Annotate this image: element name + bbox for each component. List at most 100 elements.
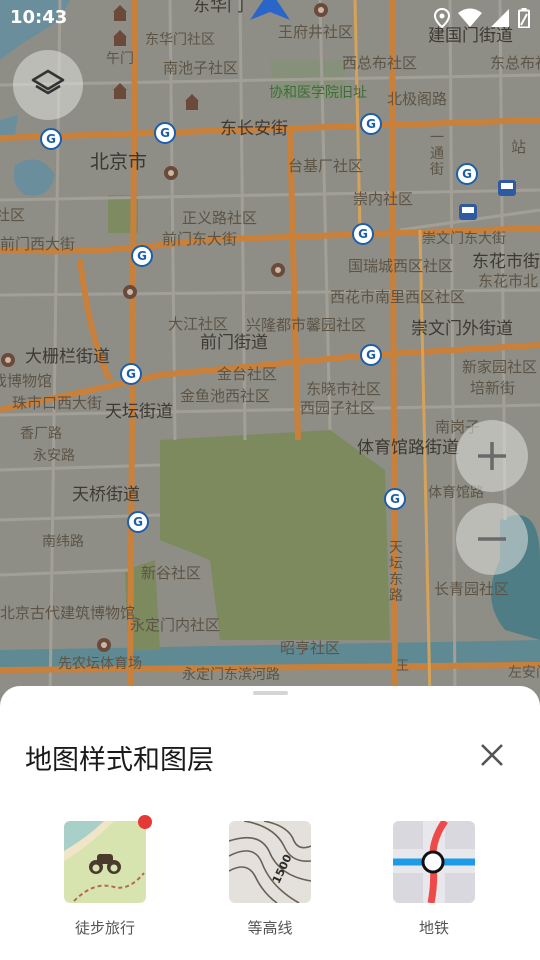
metro-icon[interactable]: G bbox=[360, 113, 382, 135]
location-icon bbox=[434, 8, 450, 28]
map-label: 前门街道 bbox=[200, 333, 268, 353]
hiking-binoculars-icon bbox=[64, 821, 146, 903]
metro-icon[interactable]: G bbox=[154, 122, 176, 144]
metro-icon[interactable]: G bbox=[127, 511, 149, 533]
map-label: 西总布社区 bbox=[342, 54, 418, 72]
metro-icon[interactable]: G bbox=[456, 163, 478, 185]
layer-option-contour[interactable]: 1500 等高线 bbox=[215, 821, 325, 938]
metro-icon[interactable]: G bbox=[40, 128, 62, 150]
zoom-out-button[interactable] bbox=[456, 503, 528, 575]
map-label: 大栅栏街道 bbox=[25, 347, 110, 367]
option-label: 等高线 bbox=[247, 919, 293, 937]
layer-option-subway[interactable]: 地铁 bbox=[379, 821, 489, 938]
sheet-title: 地图样式和图层 bbox=[25, 745, 214, 776]
map-label: 天坛街道 bbox=[105, 402, 173, 422]
map-label: 崇文门东大街 bbox=[422, 231, 506, 247]
map-label: 长青园社区 bbox=[434, 580, 510, 598]
map-label: 站 bbox=[511, 138, 527, 156]
map-label: 东晓市社区 bbox=[306, 380, 382, 398]
map-label: 东花市北 bbox=[478, 272, 539, 290]
map-label: 正义路社区 bbox=[182, 209, 258, 227]
gate-icon[interactable] bbox=[185, 94, 199, 110]
map-label: 崇内社区 bbox=[353, 190, 414, 208]
map-label: 一通街 bbox=[430, 130, 444, 178]
layer-option-hiking[interactable]: 徒步旅行 bbox=[50, 815, 160, 938]
layers-button[interactable] bbox=[13, 50, 83, 120]
subway-icon bbox=[393, 821, 475, 903]
museum-icon[interactable] bbox=[0, 352, 16, 368]
map-label: 大江社区 bbox=[168, 315, 229, 333]
map-label: 戏博物馆 bbox=[0, 372, 53, 390]
map-label: 兴隆都市馨园社区 bbox=[246, 316, 367, 334]
map-label: 东长安街 bbox=[220, 119, 288, 139]
map-label: 午门 bbox=[106, 51, 134, 67]
map-label: 体育馆路街道 bbox=[357, 438, 459, 458]
map-label: 左安门 bbox=[508, 665, 540, 681]
map-label: 天坛东路 bbox=[389, 540, 403, 604]
close-button[interactable] bbox=[470, 733, 514, 777]
map-label: 君社区 bbox=[0, 206, 26, 224]
sheet-drag-handle[interactable] bbox=[253, 691, 288, 695]
museum-icon[interactable] bbox=[96, 637, 112, 653]
map-label: 西园子社区 bbox=[300, 399, 376, 417]
map-label: 永定门东滨河路 bbox=[182, 667, 280, 683]
svg-text:G: G bbox=[137, 249, 147, 263]
map-label: 东总布社区 bbox=[490, 54, 540, 72]
svg-text:G: G bbox=[46, 132, 56, 146]
layers-icon bbox=[31, 69, 65, 95]
option-label: 徒步旅行 bbox=[74, 919, 135, 937]
metro-icon[interactable]: G bbox=[384, 488, 406, 510]
close-icon bbox=[481, 744, 503, 766]
map-label: 天桥街道 bbox=[72, 485, 140, 505]
map-label: 永安路 bbox=[33, 448, 75, 464]
svg-text:G: G bbox=[358, 227, 368, 241]
zoom-in-button[interactable] bbox=[456, 420, 528, 492]
map-label: 西花市南里西区社区 bbox=[330, 288, 466, 306]
svg-text:G: G bbox=[366, 348, 376, 362]
svg-text:G: G bbox=[160, 126, 170, 140]
map-label: 昭亨社区 bbox=[280, 639, 341, 657]
map-label: 先农坛体育场 bbox=[58, 656, 142, 672]
map-label: 东花市街 bbox=[472, 252, 540, 272]
map-view[interactable]: G G G G G G G G G G 东华门 东华门社区 王府井社区 建国门街… bbox=[0, 0, 540, 700]
wifi-icon bbox=[458, 8, 482, 27]
svg-text:G: G bbox=[462, 167, 472, 181]
map-label: 协和医学院旧址 bbox=[269, 85, 367, 101]
map-label: 前门西大街 bbox=[0, 235, 76, 253]
metro-icon[interactable]: G bbox=[120, 363, 142, 385]
contour-lines-icon: 1500 bbox=[229, 821, 311, 903]
bus-icon[interactable] bbox=[459, 204, 477, 220]
museum-icon[interactable] bbox=[122, 284, 138, 300]
map-label: 北京古代建筑博物馆 bbox=[0, 604, 136, 622]
map-label: 国瑞城西区社区 bbox=[348, 257, 454, 275]
map-label: 新家园社区 bbox=[462, 358, 538, 376]
museum-icon[interactable] bbox=[163, 165, 179, 181]
map-label: 珠市口西大街 bbox=[12, 394, 103, 412]
status-time: 10:43 bbox=[10, 7, 68, 28]
svg-text:G: G bbox=[133, 515, 143, 529]
map-label: 王 bbox=[396, 659, 410, 674]
battery-icon bbox=[518, 8, 530, 28]
map-label: 北极阁路 bbox=[387, 90, 448, 108]
metro-icon[interactable]: G bbox=[352, 223, 374, 245]
map-label: 金台社区 bbox=[217, 365, 278, 383]
map-style-sheet: 地图样式和图层 徒步旅行 1500 等高线 地铁 bbox=[0, 686, 540, 960]
metro-icon[interactable]: G bbox=[360, 344, 382, 366]
plus-icon bbox=[478, 442, 506, 470]
map-label: 崇文门外街道 bbox=[411, 319, 513, 339]
minus-icon bbox=[478, 537, 506, 541]
gate-icon[interactable] bbox=[113, 83, 127, 99]
map-label: 新谷社区 bbox=[141, 564, 202, 582]
map-label: 前门东大街 bbox=[162, 230, 238, 248]
status-bar: 10:43 bbox=[0, 0, 540, 36]
map-label: 南纬路 bbox=[42, 534, 84, 550]
svg-text:G: G bbox=[366, 117, 376, 131]
metro-icon[interactable]: G bbox=[131, 245, 153, 267]
bus-icon[interactable] bbox=[498, 180, 516, 196]
svg-text:G: G bbox=[390, 492, 400, 506]
museum-icon[interactable] bbox=[270, 262, 286, 278]
map-label: 台基厂社区 bbox=[288, 157, 364, 175]
new-badge bbox=[138, 815, 152, 829]
map-label: 培新街 bbox=[470, 379, 516, 397]
map-label: 香厂路 bbox=[20, 426, 62, 442]
